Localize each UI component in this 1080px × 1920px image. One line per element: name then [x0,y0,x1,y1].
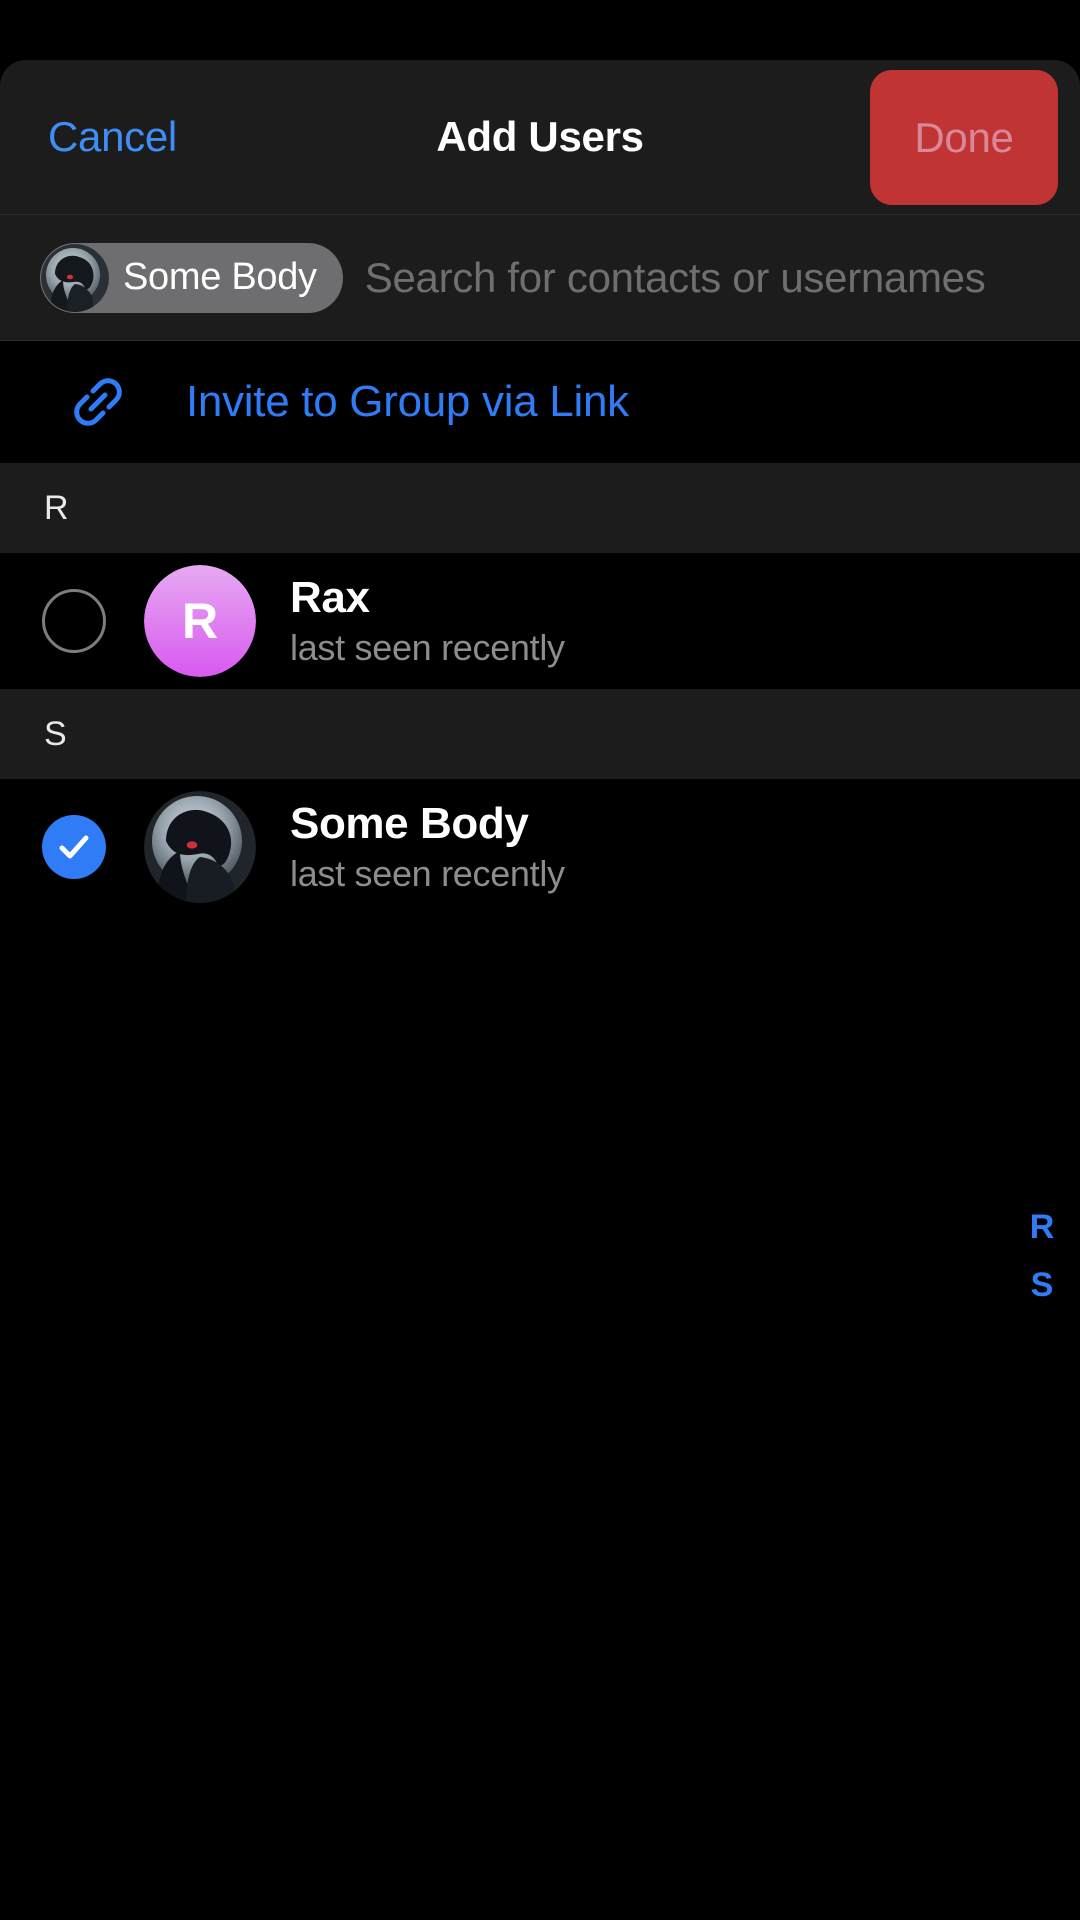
contact-row-some-body[interactable]: Some Body last seen recently [0,779,1080,915]
avatar-some-body [144,791,256,903]
link-icon [62,366,134,438]
selected-user-token[interactable]: Some Body [40,242,343,313]
navigation-bar: Cancel Add Users Done [0,60,1080,215]
list-empty-area [0,915,1080,1919]
invite-via-link-row[interactable]: Invite to Group via Link [0,341,1080,463]
avatar-rax: R [144,565,256,677]
search-input-placeholder[interactable]: Search for contacts or usernames [365,254,986,302]
circle-outline-icon[interactable] [42,589,106,653]
contact-name-rax: Rax [290,572,370,622]
check-icon[interactable] [42,815,106,879]
contact-status-rax: last seen recently [290,627,565,669]
index-letter-s[interactable]: S [1031,1268,1054,1302]
invite-via-link-label: Invite to Group via Link [186,377,629,426]
screen-root: Cancel Add Users Done Some Body Search f… [0,0,1080,1920]
contacts-list: Invite to Group via Link R R Rax last se… [0,341,1080,1919]
done-button[interactable]: Done [870,70,1058,205]
contact-row-rax[interactable]: R Rax last seen recently [0,553,1080,689]
section-header-r: R [0,463,1080,553]
token-avatar [41,243,109,312]
alphabet-index-bar[interactable]: R S [1018,1210,1066,1302]
add-users-sheet: Cancel Add Users Done Some Body Search f… [0,60,1080,1920]
index-letter-r[interactable]: R [1030,1210,1055,1244]
contact-text-some-body: Some Body last seen recently [290,799,565,895]
contact-status-some-body: last seen recently [290,853,565,895]
token-label: Some Body [123,256,317,298]
search-field-area[interactable]: Some Body Search for contacts or usernam… [0,215,1080,341]
section-header-s: S [0,689,1080,779]
avatar-initial-rax: R [181,593,219,649]
contact-name-some-body: Some Body [290,798,529,848]
contact-text-rax: Rax last seen recently [290,573,565,669]
